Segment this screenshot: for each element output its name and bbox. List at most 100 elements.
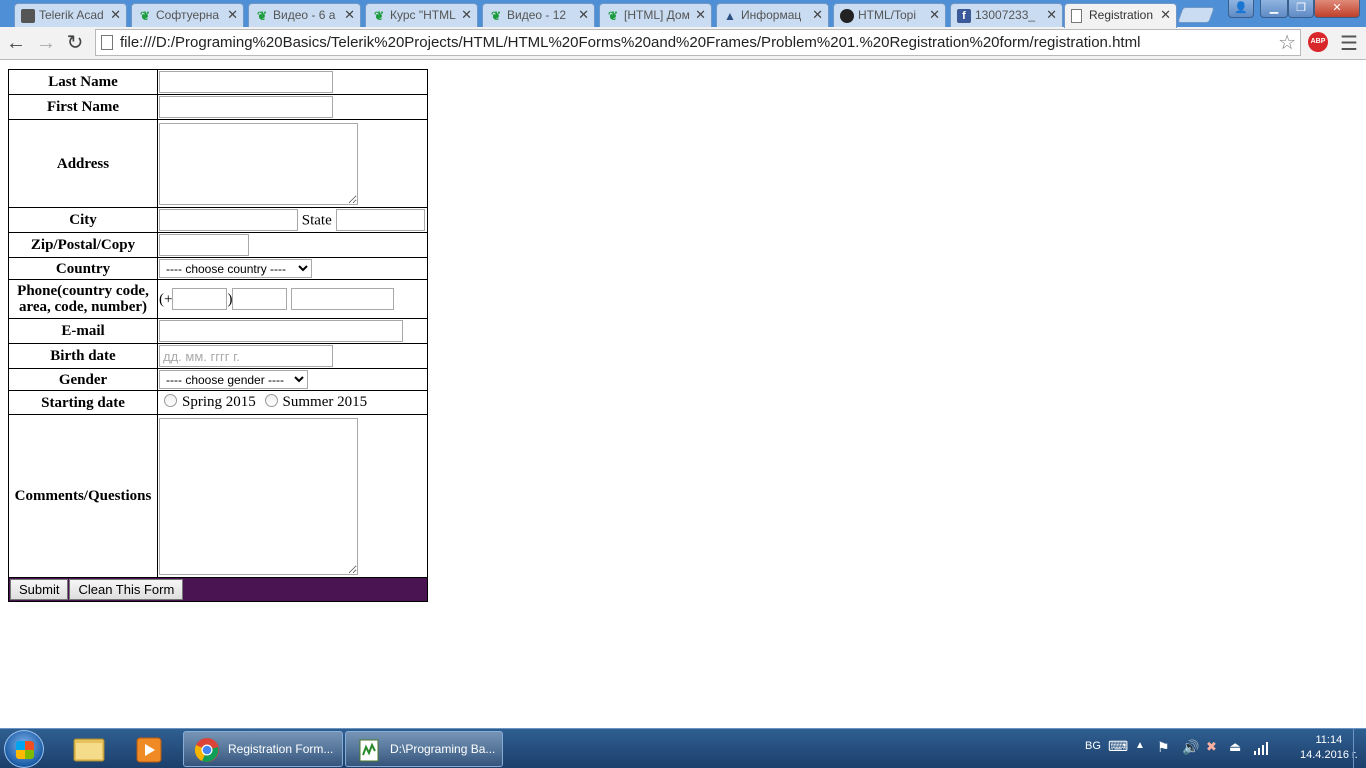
tab-title: Telerik Acad	[39, 8, 104, 22]
taskbar-chrome-task[interactable]: Registration Form...	[183, 731, 343, 767]
phone-country-code-input[interactable]	[172, 288, 228, 310]
back-arrow-icon[interactable]: ←	[4, 31, 28, 55]
close-window-button[interactable]: ✕	[1314, 0, 1360, 18]
spring-radio[interactable]	[164, 394, 177, 407]
new-tab-button[interactable]	[1177, 7, 1215, 23]
language-indicator[interactable]: BG	[1085, 740, 1101, 768]
birth-date-input[interactable]	[159, 345, 333, 367]
phone-area-code-input[interactable]	[232, 288, 288, 310]
address-textarea[interactable]	[159, 122, 358, 205]
tab-title: Видео - 6 а	[273, 8, 336, 22]
clock-date: 14.4.2016 г.	[1300, 749, 1358, 761]
summer-label: Summer 2015	[282, 394, 368, 410]
browser-tab[interactable]: f 13007233_ ✕	[950, 3, 1063, 27]
close-tab-icon[interactable]: ✕	[812, 7, 823, 23]
browser-tab[interactable]: Telerik Acad ✕	[14, 3, 127, 27]
browser-tab[interactable]: ▲ Информац ✕	[716, 3, 829, 27]
submit-row: Submit Clean This Form	[8, 577, 428, 602]
task-title: Registration Form...	[228, 742, 334, 756]
phone-number-input[interactable]	[291, 288, 395, 310]
gender-select[interactable]: ---- choose gender ----	[159, 370, 308, 389]
email-input[interactable]	[159, 320, 403, 342]
browser-tab[interactable]: ❦ Курс "HTML ✕	[365, 3, 478, 27]
clean-form-button[interactable]: Clean This Form	[69, 579, 184, 600]
browser-toolbar: ← → ↻ ☆ ABP ☰	[0, 27, 1366, 60]
forward-arrow-icon[interactable]: →	[34, 31, 58, 55]
browser-tab[interactable]: ❦ Видео - 6 а ✕	[248, 3, 361, 27]
summer-radio[interactable]	[264, 394, 278, 407]
url-input[interactable]	[120, 31, 1270, 54]
page-icon	[1071, 9, 1082, 23]
gender-label: Gender	[8, 368, 158, 391]
close-tab-icon[interactable]: ✕	[1160, 7, 1171, 23]
show-desktop-button[interactable]	[1353, 729, 1366, 768]
maximize-button[interactable]: ❐	[1288, 0, 1314, 18]
spring-label: Spring 2015	[182, 394, 256, 410]
close-tab-icon[interactable]: ✕	[1046, 7, 1057, 23]
close-tab-icon[interactable]: ✕	[227, 7, 238, 23]
city-label: City	[8, 207, 158, 233]
system-clock[interactable]: 11:14 14.4.2016 г.	[1300, 733, 1358, 763]
close-tab-icon[interactable]: ✕	[110, 7, 121, 23]
facebook-icon: f	[957, 9, 971, 23]
state-input[interactable]	[335, 209, 425, 231]
usb-device-icon[interactable]: ⏏	[1229, 739, 1241, 768]
page-icon	[101, 35, 113, 50]
tab-title: Софтуерна	[156, 8, 220, 22]
comments-label: Comments/Questions	[8, 414, 158, 578]
reload-icon[interactable]: ↻	[63, 31, 87, 55]
grey-square-icon	[21, 9, 35, 23]
media-player-icon[interactable]	[124, 733, 174, 765]
menu-icon[interactable]: ☰	[1340, 31, 1358, 56]
graduation-cap-icon: ▲	[724, 9, 736, 23]
last-name-label: Last Name	[8, 69, 158, 95]
task-title: D:\Programing Ba...	[390, 742, 496, 756]
tab-title: 13007233_	[975, 8, 1036, 22]
browser-tab[interactable]: HTML/Topi ✕	[833, 3, 946, 27]
taskbar-notepad-task[interactable]: D:\Programing Ba...	[345, 731, 503, 767]
close-tab-icon[interactable]: ✕	[695, 7, 706, 23]
country-select[interactable]: ---- choose country ----	[159, 259, 312, 278]
comments-textarea[interactable]	[159, 417, 358, 575]
network-disconnected-icon[interactable]: ✖	[1206, 739, 1217, 768]
tab-title: [HTML] Дом	[624, 8, 690, 22]
birth-date-label: Birth date	[8, 343, 158, 369]
telerik-green-icon: ❦	[373, 9, 385, 23]
show-hidden-icons-icon[interactable]: ▲	[1135, 740, 1145, 768]
adblock-plus-icon[interactable]: ABP	[1308, 32, 1328, 52]
user-icon[interactable]: 👤	[1228, 0, 1254, 18]
bookmark-star-icon[interactable]: ☆	[1278, 31, 1296, 55]
browser-tab[interactable]: ❦ Видео - 12 ✕	[482, 3, 595, 27]
first-name-input[interactable]	[159, 96, 333, 118]
file-explorer-icon[interactable]	[64, 733, 114, 765]
signal-icon[interactable]	[1253, 741, 1269, 768]
telerik-green-icon: ❦	[607, 9, 619, 23]
close-tab-icon[interactable]: ✕	[344, 7, 355, 23]
close-tab-icon[interactable]: ✕	[578, 7, 589, 23]
tab-title: Курс "HTML	[390, 8, 456, 22]
page-content: Last Name First Name Address City State …	[0, 61, 1366, 728]
browser-tab[interactable]: ❦ [HTML] Дом ✕	[599, 3, 712, 27]
tab-title: Registration	[1089, 8, 1154, 22]
zip-input[interactable]	[159, 234, 249, 256]
windows-logo-icon	[16, 741, 34, 759]
submit-button[interactable]: Submit	[10, 579, 69, 600]
volume-icon[interactable]: 🔊	[1182, 739, 1199, 768]
telerik-green-icon: ❦	[256, 9, 268, 23]
city-input[interactable]	[159, 209, 298, 231]
registration-form: Last Name First Name Address City State …	[8, 69, 428, 602]
phone-prefix: (+	[159, 291, 173, 308]
browser-tab[interactable]: ❦ Софтуерна ✕	[131, 3, 244, 27]
zip-label: Zip/Postal/Copy	[8, 232, 158, 258]
windows-taskbar: Registration Form... D:\Programing Ba...…	[0, 728, 1366, 768]
start-button[interactable]	[4, 730, 44, 768]
close-tab-icon[interactable]: ✕	[929, 7, 940, 23]
tab-title: HTML/Topi	[858, 8, 917, 22]
minimize-button[interactable]: ▁	[1260, 0, 1288, 18]
address-bar[interactable]: ☆	[95, 29, 1301, 56]
keyboard-icon[interactable]: ⌨	[1108, 738, 1128, 768]
last-name-input[interactable]	[159, 71, 333, 93]
close-tab-icon[interactable]: ✕	[461, 7, 472, 23]
action-center-icon[interactable]: ⚑	[1157, 739, 1170, 768]
browser-tab-active[interactable]: Registration ✕	[1064, 3, 1177, 28]
